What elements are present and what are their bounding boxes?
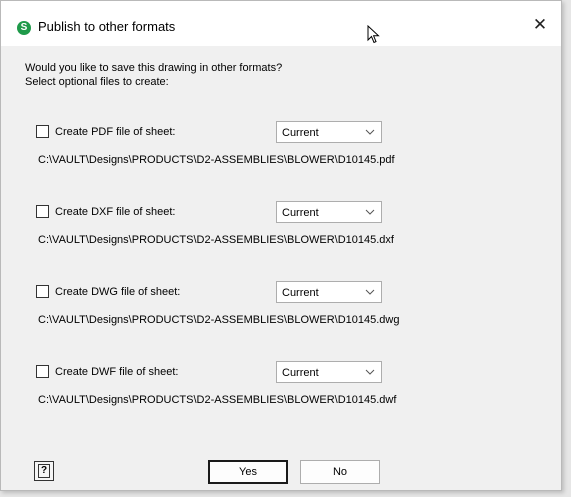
pdf-sheet-select[interactable]: Current — [276, 121, 382, 143]
pdf-checkbox-label: Create PDF file of sheet: — [55, 125, 176, 138]
dwf-file-path: C:\VAULT\Designs\PRODUCTS\D2-ASSEMBLIES\… — [38, 394, 397, 406]
dxf-file-path: C:\VAULT\Designs\PRODUCTS\D2-ASSEMBLIES\… — [38, 234, 394, 246]
pdf-file-path: C:\VAULT\Designs\PRODUCTS\D2-ASSEMBLIES\… — [38, 154, 395, 166]
dxf-select-value: Current — [282, 207, 319, 219]
dwf-sheet-select[interactable]: Current — [276, 361, 382, 383]
prompt-line-2: Select optional files to create: — [25, 76, 169, 88]
chevron-down-icon — [365, 209, 375, 215]
dwf-checkbox[interactable] — [36, 365, 49, 378]
title-bar: S Publish to other formats ✕ — [1, 1, 561, 46]
app-logo-icon: S — [17, 21, 31, 35]
dwg-sheet-select[interactable]: Current — [276, 281, 382, 303]
prompt-line-1: Would you like to save this drawing in o… — [25, 62, 283, 74]
format-row-dwg: Create DWG file of sheet: Current C:\VAU… — [1, 281, 561, 345]
pdf-checkbox-wrap[interactable]: Create PDF file of sheet: — [36, 125, 175, 138]
dxf-sheet-select[interactable]: Current — [276, 201, 382, 223]
dwg-select-value: Current — [282, 287, 319, 299]
dwf-checkbox-wrap[interactable]: Create DWF file of sheet: — [36, 365, 179, 378]
dwg-checkbox[interactable] — [36, 285, 49, 298]
dwf-checkbox-label: Create DWF file of sheet: — [55, 365, 179, 378]
publish-dialog: S Publish to other formats ✕ Would you l… — [0, 0, 562, 491]
dwg-file-path: C:\VAULT\Designs\PRODUCTS\D2-ASSEMBLIES\… — [38, 314, 400, 326]
chevron-down-icon — [365, 289, 375, 295]
dialog-title: Publish to other formats — [38, 19, 176, 34]
format-row-dwf: Create DWF file of sheet: Current C:\VAU… — [1, 361, 561, 425]
help-button[interactable]: ? — [34, 461, 54, 481]
dwg-checkbox-label: Create DWG file of sheet: — [55, 285, 181, 298]
yes-button[interactable]: Yes — [208, 460, 288, 484]
help-icon: ? — [38, 464, 50, 478]
dxf-checkbox[interactable] — [36, 205, 49, 218]
pdf-checkbox[interactable] — [36, 125, 49, 138]
pdf-select-value: Current — [282, 127, 319, 139]
dwf-select-value: Current — [282, 367, 319, 379]
close-icon[interactable]: ✕ — [529, 14, 551, 36]
no-button[interactable]: No — [300, 460, 380, 484]
chevron-down-icon — [365, 369, 375, 375]
dxf-checkbox-wrap[interactable]: Create DXF file of sheet: — [36, 205, 175, 218]
chevron-down-icon — [365, 129, 375, 135]
format-row-dxf: Create DXF file of sheet: Current C:\VAU… — [1, 201, 561, 265]
mouse-cursor-icon — [367, 25, 380, 44]
dxf-checkbox-label: Create DXF file of sheet: — [55, 205, 176, 218]
prompt-text: Would you like to save this drawing in o… — [25, 61, 282, 89]
format-row-pdf: Create PDF file of sheet: Current C:\VAU… — [1, 121, 561, 185]
dwg-checkbox-wrap[interactable]: Create DWG file of sheet: — [36, 285, 180, 298]
